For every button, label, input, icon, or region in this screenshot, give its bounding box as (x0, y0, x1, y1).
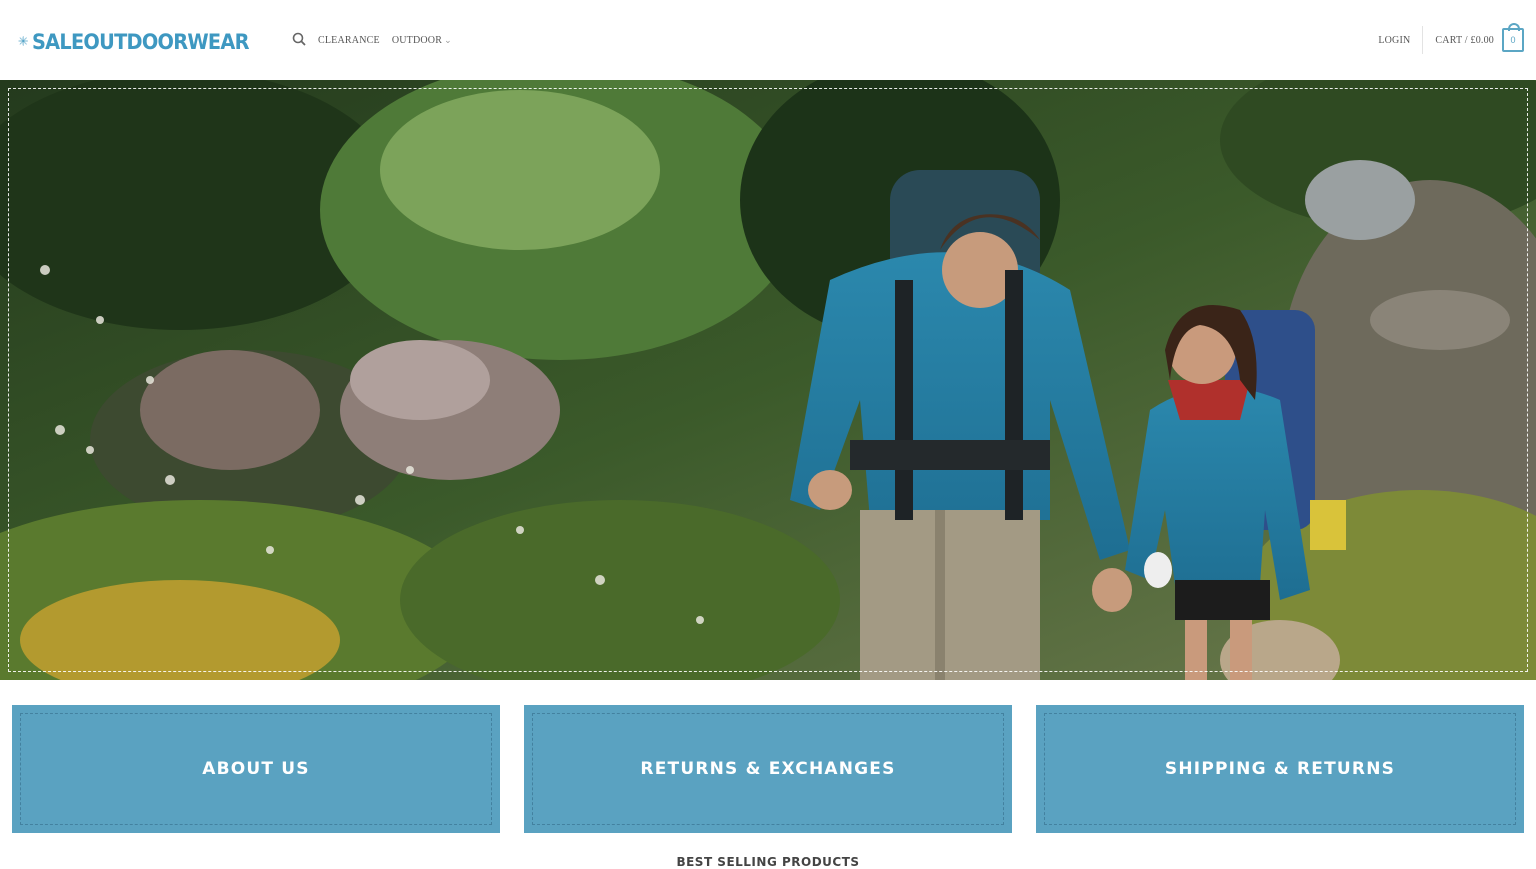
cart-count: 0 (1510, 35, 1516, 45)
chevron-down-icon: ⌄ (444, 34, 452, 45)
login-link[interactable]: LOGIN (1378, 35, 1410, 46)
site-header: SALEOUTDOORWEAR CLEARANCE OUTDOOR ⌄ LOGIN… (0, 0, 1536, 80)
nav-clearance[interactable]: CLEARANCE (318, 35, 380, 46)
cart-bag-icon[interactable]: 0 (1502, 23, 1524, 52)
hero-banner[interactable] (0, 80, 1536, 680)
hero-image (0, 80, 1536, 680)
nav-outdoor-label: OUTDOOR (391, 34, 443, 46)
returns-exchanges-box[interactable]: RETURNS & EXCHANGES (524, 705, 1012, 833)
shipping-returns-box[interactable]: SHIPPING & RETURNS (1036, 705, 1524, 833)
shipping-returns-label: SHIPPING & RETURNS (1164, 759, 1396, 779)
feature-boxes: ABOUT US RETURNS & EXCHANGES SHIPPING & … (12, 705, 1524, 833)
search-icon[interactable] (292, 32, 308, 48)
flower-logo-icon (18, 35, 29, 47)
returns-exchanges-label: RETURNS & EXCHANGES (640, 759, 896, 779)
about-us-label: ABOUT US (202, 759, 310, 779)
nav-divider (1422, 26, 1424, 54)
site-logo[interactable]: SALEOUTDOORWEAR (18, 10, 268, 72)
brand-name: SALEOUTDOORWEAR (32, 30, 250, 54)
account-nav: LOGIN CART / £0.00 0 (1378, 23, 1524, 54)
best-selling-title: BEST SELLING PRODUCTS (676, 855, 860, 869)
about-us-box[interactable]: ABOUT US (12, 705, 500, 833)
nav-outdoor[interactable]: OUTDOOR ⌄ (392, 35, 452, 46)
cart-link[interactable]: CART / £0.00 (1435, 35, 1494, 46)
main-nav: CLEARANCE OUTDOOR ⌄ (292, 31, 464, 49)
